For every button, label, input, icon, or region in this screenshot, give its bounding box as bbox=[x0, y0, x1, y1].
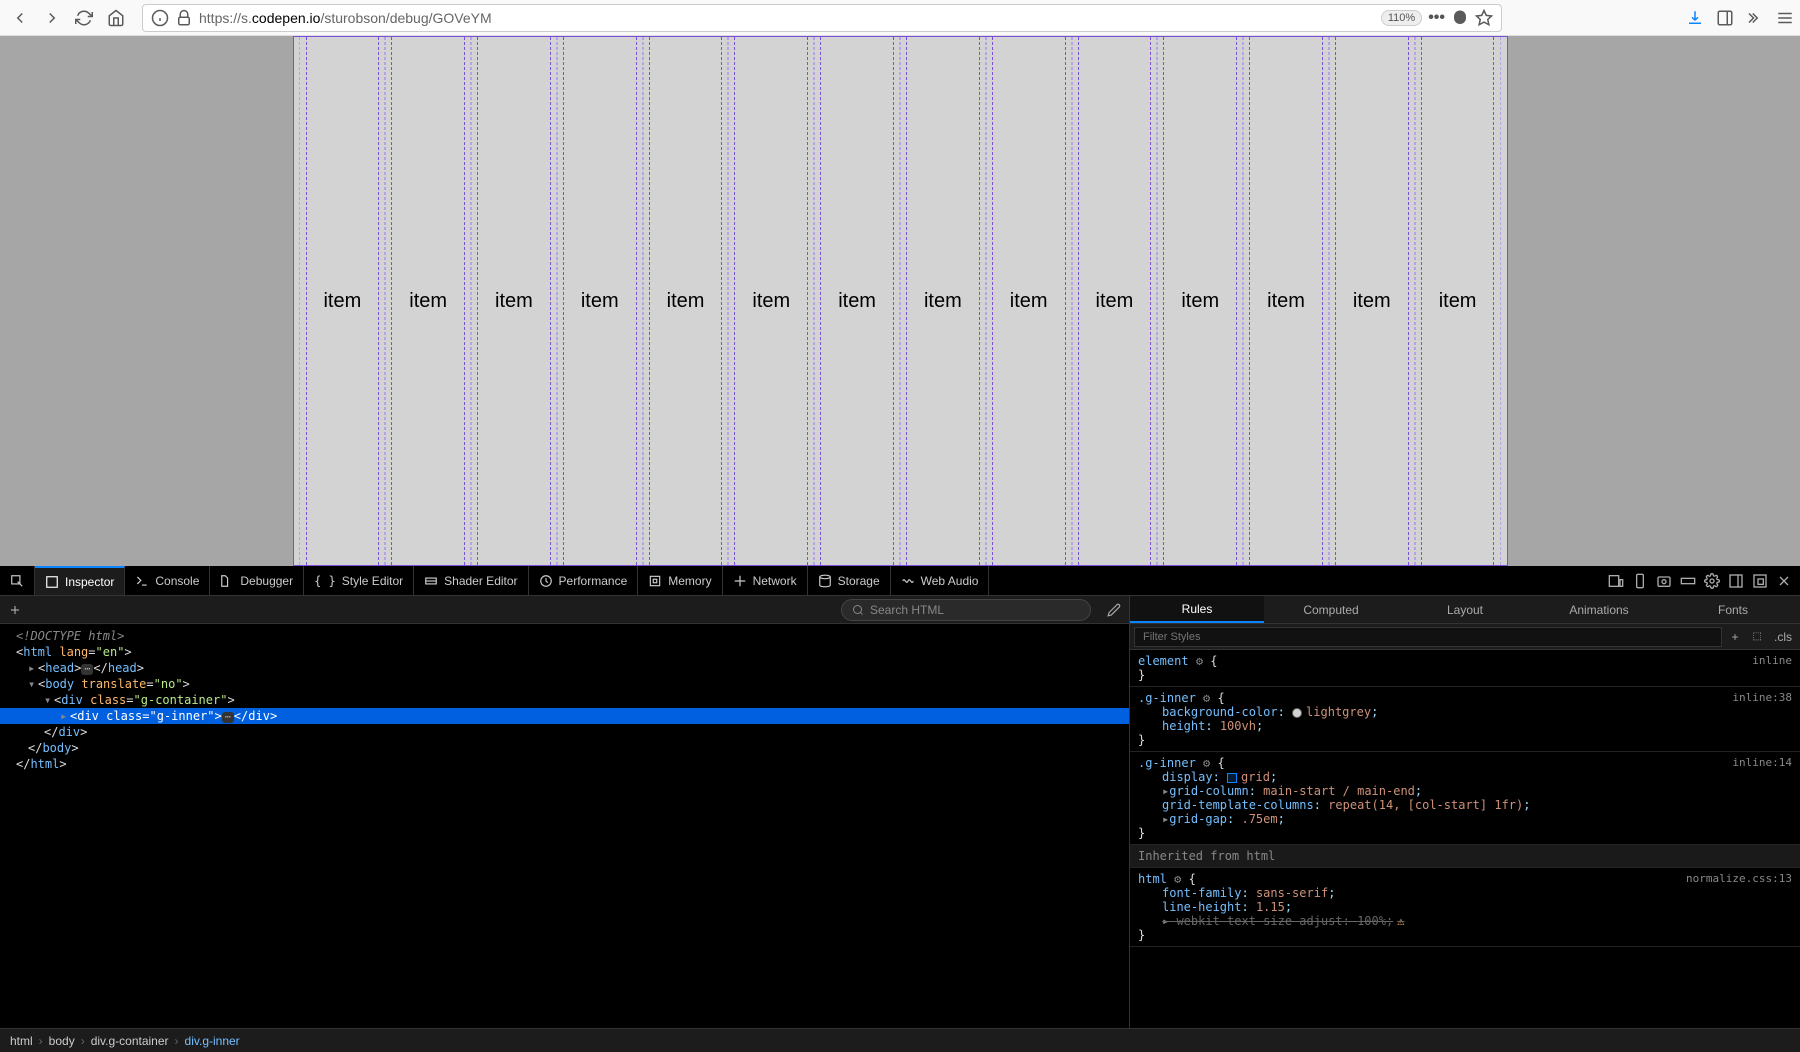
dom-tree[interactable]: <!DOCTYPE html> <html lang="en"> ▸<head>… bbox=[0, 624, 1129, 1028]
grid-container: item item item item item item item item … bbox=[293, 36, 1508, 566]
crumb-html[interactable]: html bbox=[10, 1034, 33, 1048]
library-icon[interactable] bbox=[1716, 9, 1734, 27]
phone-icon[interactable] bbox=[1632, 573, 1648, 589]
zoom-badge[interactable]: 110% bbox=[1381, 10, 1422, 26]
grid-item: item bbox=[820, 37, 894, 565]
add-rule-button[interactable]: + bbox=[1726, 630, 1745, 644]
url-bar[interactable]: https://s.codepen.io/sturobson/debug/GOV… bbox=[142, 4, 1502, 32]
devtools-tabs: Inspector Console Debugger { }Style Edit… bbox=[0, 566, 1800, 596]
crumb-container[interactable]: div.g-container bbox=[91, 1034, 169, 1048]
pseudo-class-button[interactable]: ⬚ bbox=[1749, 631, 1766, 642]
add-element-button[interactable] bbox=[8, 603, 22, 617]
tab-network[interactable]: Network bbox=[723, 566, 808, 595]
tab-performance[interactable]: Performance bbox=[529, 566, 639, 595]
grid-item: item bbox=[391, 37, 465, 565]
more-icon[interactable]: ••• bbox=[1428, 9, 1445, 27]
browser-toolbar: https://s.codepen.io/sturobson/debug/GOV… bbox=[0, 0, 1800, 36]
reload-button[interactable] bbox=[70, 4, 98, 32]
pick-element-button[interactable] bbox=[0, 566, 35, 595]
crumb-body[interactable]: body bbox=[49, 1034, 75, 1048]
edit-html-button[interactable] bbox=[1107, 603, 1121, 617]
screenshot-icon[interactable] bbox=[1656, 573, 1672, 589]
rules-pane[interactable]: inline element ⚙ {} inline:38 .g-inner ⚙… bbox=[1130, 650, 1800, 1028]
selected-dom-node[interactable]: ▸<div class="g-inner">⋯</div> bbox=[0, 708, 1129, 724]
rules-tab-fonts[interactable]: Fonts bbox=[1666, 596, 1800, 623]
info-icon bbox=[151, 9, 169, 27]
tab-memory[interactable]: Memory bbox=[638, 566, 722, 595]
grid-item: item bbox=[1163, 37, 1237, 565]
tab-debugger[interactable]: Debugger bbox=[210, 566, 304, 595]
grid-item: item bbox=[1249, 37, 1323, 565]
rules-tab-animations[interactable]: Animations bbox=[1532, 596, 1666, 623]
forward-button[interactable] bbox=[38, 4, 66, 32]
filter-styles-input[interactable] bbox=[1134, 627, 1722, 647]
responsive-icon[interactable] bbox=[1608, 573, 1624, 589]
pocket-icon[interactable] bbox=[1451, 9, 1469, 27]
grid-item: item bbox=[1078, 37, 1152, 565]
back-button bbox=[6, 4, 34, 32]
lock-icon bbox=[175, 9, 193, 27]
menu-icon[interactable] bbox=[1776, 9, 1794, 27]
tab-web-audio[interactable]: Web Audio bbox=[891, 566, 990, 595]
rules-tab-computed[interactable]: Computed bbox=[1264, 596, 1398, 623]
grid-item: item bbox=[306, 37, 380, 565]
popout-icon[interactable] bbox=[1752, 573, 1768, 589]
ruler-icon[interactable] bbox=[1680, 573, 1696, 589]
grid-item: item bbox=[649, 37, 723, 565]
crumb-inner[interactable]: div.g-inner bbox=[185, 1034, 240, 1048]
settings-icon[interactable] bbox=[1704, 573, 1720, 589]
star-icon[interactable] bbox=[1475, 9, 1493, 27]
grid-item: item bbox=[1421, 37, 1495, 565]
overflow-icon[interactable] bbox=[1746, 9, 1764, 27]
home-button[interactable] bbox=[102, 4, 130, 32]
grid-item: item bbox=[992, 37, 1066, 565]
rules-tabs: Rules Computed Layout Animations Fonts bbox=[1130, 596, 1800, 624]
grid-inner: item item item item item item item item … bbox=[294, 37, 1507, 565]
tab-style-editor[interactable]: { }Style Editor bbox=[304, 566, 414, 595]
breadcrumb: html› body› div.g-container› div.g-inner bbox=[0, 1028, 1800, 1052]
rules-tab-layout[interactable]: Layout bbox=[1398, 596, 1532, 623]
rules-tab-rules[interactable]: Rules bbox=[1130, 596, 1264, 623]
devtools: Inspector Console Debugger { }Style Edit… bbox=[0, 566, 1800, 1052]
tab-storage[interactable]: Storage bbox=[808, 566, 891, 595]
tab-inspector[interactable]: Inspector bbox=[35, 566, 125, 595]
dock-side-icon[interactable] bbox=[1728, 573, 1744, 589]
url-text: https://s.codepen.io/sturobson/debug/GOV… bbox=[199, 10, 1375, 26]
tab-console[interactable]: Console bbox=[125, 566, 210, 595]
download-icon[interactable] bbox=[1686, 9, 1704, 27]
search-icon bbox=[852, 604, 864, 616]
grid-item: item bbox=[563, 37, 637, 565]
grid-item: item bbox=[1335, 37, 1409, 565]
inherited-from-label: Inherited from html bbox=[1130, 845, 1800, 868]
cls-button[interactable]: .cls bbox=[1770, 630, 1796, 644]
tab-shader-editor[interactable]: Shader Editor bbox=[414, 566, 528, 595]
close-devtools-icon[interactable] bbox=[1776, 573, 1792, 589]
grid-item: item bbox=[906, 37, 980, 565]
page-viewport: item item item item item item item item … bbox=[0, 36, 1800, 566]
search-html-input[interactable]: Search HTML bbox=[841, 599, 1091, 621]
grid-item: item bbox=[477, 37, 551, 565]
grid-item: item bbox=[734, 37, 808, 565]
